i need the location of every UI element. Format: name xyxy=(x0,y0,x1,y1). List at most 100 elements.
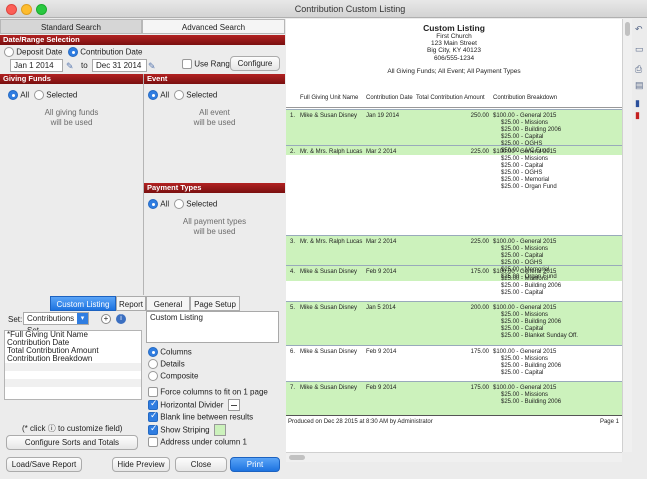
tab-advanced-search[interactable]: Advanced Search xyxy=(142,19,285,34)
show-striping-option[interactable]: Show Striping xyxy=(148,423,226,436)
breakdown-line: $100.00 - General 2015 xyxy=(493,349,557,355)
breakdown-line: $25.00 - Missions xyxy=(501,392,549,398)
vertical-scrollbar[interactable] xyxy=(622,19,632,452)
event-all-option[interactable]: All xyxy=(148,90,169,100)
payment-types-all-label: All xyxy=(160,199,170,209)
payment-types-selected-radio[interactable] xyxy=(174,199,184,209)
deposit-date-option[interactable]: Deposit Date xyxy=(4,47,62,57)
contribution-date-option[interactable]: Contribution Date xyxy=(68,47,143,57)
event-all-label: All xyxy=(160,90,170,100)
horizontal-divider-label: Horizontal Divider xyxy=(160,400,224,410)
date-to-field[interactable]: Dec 31 2014 xyxy=(92,59,147,72)
address-under-checkbox[interactable] xyxy=(148,437,158,447)
record-breakdown: $100.00 - General 2015 $25.00 - Missions $… xyxy=(493,305,578,340)
record-amount: 225.00 xyxy=(470,239,489,245)
horizontal-divider-checkbox[interactable] xyxy=(148,398,158,410)
force-columns-option[interactable]: Force columns to fit on 1 page xyxy=(148,387,268,397)
composite-label: Composite xyxy=(160,371,199,381)
save-icon[interactable]: ▮ xyxy=(635,97,647,109)
payment-types-all-radio[interactable] xyxy=(148,199,158,209)
date-from-field[interactable]: Jan 1 2014 xyxy=(10,59,63,72)
page-setup-icon[interactable]: ▤ xyxy=(635,79,647,91)
list-item[interactable] xyxy=(5,387,141,395)
horizontal-scrollbar[interactable] xyxy=(286,452,622,462)
list-item[interactable] xyxy=(5,363,141,371)
pdf-icon[interactable]: ▮ xyxy=(635,109,647,121)
event-selected-option[interactable]: Selected xyxy=(174,90,217,100)
record-date: Jan 5 2014 xyxy=(366,305,396,311)
details-option[interactable]: Details xyxy=(148,359,185,369)
giving-funds-all-option[interactable]: All xyxy=(8,90,29,100)
report-preview[interactable]: Custom Listing First Church 123 Main Str… xyxy=(286,19,622,452)
add-icon[interactable]: + xyxy=(101,314,111,324)
contribution-date-radio[interactable] xyxy=(68,47,78,57)
blank-line-checkbox[interactable] xyxy=(148,410,158,422)
preview-toolbar: ↶ ▭ ⎙ ▤ ▮ ▮ xyxy=(633,19,647,479)
scroll-thumb[interactable] xyxy=(289,455,305,460)
header-rule xyxy=(286,107,622,108)
listing-tabs: Custom Listing Report General Page Setup xyxy=(0,296,285,311)
payment-types-all-option[interactable]: All xyxy=(148,199,169,209)
list-item[interactable]: Contribution Breakdown xyxy=(5,355,141,363)
composite-option[interactable]: Composite xyxy=(148,371,198,381)
page-icon[interactable]: ▭ xyxy=(635,43,647,55)
deposit-date-radio[interactable] xyxy=(4,47,14,57)
giving-funds-all-radio[interactable] xyxy=(8,90,18,100)
breakdown-line: $25.00 - Building 2006 xyxy=(501,127,562,133)
divider-style-swatch[interactable] xyxy=(227,399,240,411)
event-selected-radio[interactable] xyxy=(174,90,184,100)
use-ranges-checkbox[interactable] xyxy=(182,59,192,69)
info-icon[interactable]: i xyxy=(116,314,126,324)
hide-preview-button[interactable]: Hide Preview xyxy=(112,457,170,472)
breakdown-line: $100.00 - General 2015 xyxy=(493,149,557,155)
record-name: Mike & Susan Disney xyxy=(300,305,358,311)
address-under-option[interactable]: Address under column 1 xyxy=(148,437,247,447)
record-name: Mike & Susan Disney xyxy=(300,349,358,355)
tab-standard-search[interactable]: Standard Search xyxy=(0,19,142,34)
load-save-report-button[interactable]: Load/Save Report xyxy=(6,457,82,472)
breakdown-line: $25.00 - Missions xyxy=(501,276,549,282)
report-city: Big City, KY 40123 xyxy=(427,47,481,55)
tab-general[interactable]: General xyxy=(146,296,190,311)
tab-page-setup[interactable]: Page Setup xyxy=(190,296,240,311)
zoom-window-button[interactable] xyxy=(36,4,47,15)
show-striping-checkbox[interactable] xyxy=(148,423,158,435)
list-item[interactable] xyxy=(5,371,141,379)
configure-sorts-button[interactable]: Configure Sorts and Totals xyxy=(6,435,138,450)
fields-list[interactable]: *Full Giving Unit Name Contribution Date… xyxy=(4,330,142,400)
horizontal-divider-option[interactable]: Horizontal Divider xyxy=(148,398,240,411)
close-button[interactable]: Close xyxy=(175,457,227,472)
calendar-icon[interactable]: ✎ xyxy=(148,61,160,71)
record-amount: 225.00 xyxy=(470,149,489,155)
print-icon[interactable]: ⎙ xyxy=(635,63,647,75)
configure-button[interactable]: Configure xyxy=(230,56,280,71)
event-all-radio[interactable] xyxy=(148,90,158,100)
payment-types-selected-option[interactable]: Selected xyxy=(174,199,217,209)
list-item[interactable] xyxy=(5,379,141,387)
undo-icon[interactable]: ↶ xyxy=(635,23,647,35)
minimize-window-button[interactable] xyxy=(21,4,32,15)
record-date: Mar 2 2014 xyxy=(366,239,397,245)
giving-funds-selected-option[interactable]: Selected xyxy=(34,90,77,100)
close-window-button[interactable] xyxy=(6,4,17,15)
set-select[interactable]: Contributions Set ▾ xyxy=(23,312,89,335)
report-filter: All Giving Funds; All Event; All Payment… xyxy=(387,67,521,75)
columns-radio[interactable] xyxy=(148,347,158,357)
record-breakdown: $100.00 - General 2015 $25.00 - Missions $… xyxy=(493,269,561,297)
force-columns-checkbox[interactable] xyxy=(148,387,158,397)
giving-funds-selected-radio[interactable] xyxy=(34,90,44,100)
breakdown-line: $25.00 - OGHS xyxy=(501,170,543,176)
record-name: Mr. & Mrs. Ralph Lucas xyxy=(300,149,363,155)
tab-report[interactable]: Report xyxy=(116,296,146,311)
record-amount: 175.00 xyxy=(470,385,489,391)
details-radio[interactable] xyxy=(148,359,158,369)
print-button[interactable]: Print xyxy=(230,457,280,472)
composite-radio[interactable] xyxy=(148,371,158,381)
tab-custom-listing[interactable]: Custom Listing xyxy=(50,296,116,311)
stripe-color-swatch[interactable] xyxy=(213,424,226,436)
title-field[interactable]: Custom Listing xyxy=(146,311,279,343)
blank-line-option[interactable]: Blank line between results xyxy=(148,410,253,422)
scroll-thumb[interactable] xyxy=(625,22,630,36)
columns-option[interactable]: Columns xyxy=(148,347,192,357)
calendar-icon[interactable]: ✎ xyxy=(66,61,78,71)
